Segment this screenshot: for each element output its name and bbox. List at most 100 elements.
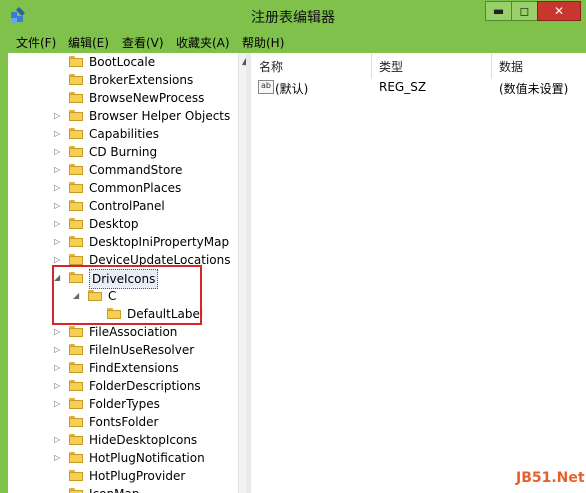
folder-icon (69, 398, 83, 409)
expand-toggle-icon[interactable]: ▷ (54, 341, 60, 359)
column-header-data[interactable]: 数据 (499, 58, 523, 75)
watermark: JB51.Net (516, 470, 585, 486)
column-header-type[interactable]: 类型 (379, 58, 403, 75)
tree-item-label: DesktopIniPropertyMap (89, 235, 230, 249)
title-bar: 注册表编辑器 ▬ ◻ ✕ (0, 0, 586, 32)
tree-item[interactable]: ▷ CommandStore (8, 161, 238, 179)
tree-item[interactable]: ▷ FileInUseResolver (8, 341, 238, 359)
folder-icon (69, 92, 83, 103)
tree-item-label: CD Burning (89, 145, 158, 159)
folder-icon (69, 470, 83, 481)
menu-bar: 文件(F) 编辑(E) 查看(V) 收藏夹(A) 帮助(H) (0, 32, 586, 51)
tree-item-label: FolderTypes (89, 397, 160, 411)
expand-toggle-icon[interactable]: ▷ (54, 377, 60, 395)
maximize-button[interactable]: ◻ (511, 1, 538, 21)
tree-item[interactable]: ▷ FileAssociation (8, 323, 238, 341)
tree-item-label: FolderDescriptions (89, 379, 201, 393)
folder-icon (69, 182, 83, 193)
tree-item[interactable]: FontsFolder (8, 413, 238, 431)
folder-icon (69, 488, 83, 493)
tree-item-label: HotPlugProvider (89, 469, 186, 483)
menu-file[interactable]: 文件(F) (16, 34, 56, 51)
menu-favorites[interactable]: 收藏夹(A) (176, 34, 230, 51)
highlight-annotation-box (52, 265, 202, 325)
tree-item[interactable]: ▷ FolderDescriptions (8, 377, 238, 395)
expand-toggle-icon[interactable]: ▷ (54, 197, 60, 215)
tree-item-label: IconMap (89, 485, 139, 493)
tree-item-label: ControlPanel (89, 199, 165, 213)
tree-item-label: FileAssociation (89, 325, 178, 339)
close-button[interactable]: ✕ (537, 1, 581, 21)
folder-icon (69, 200, 83, 211)
tree-item-label: Desktop (89, 217, 139, 231)
value-data: (数值未设置) (499, 82, 569, 96)
expand-toggle-icon[interactable]: ▷ (54, 143, 60, 161)
expand-toggle-icon[interactable]: ▷ (54, 107, 60, 125)
folder-icon (69, 146, 83, 157)
string-value-icon: ab (258, 80, 274, 94)
menu-edit[interactable]: 编辑(E) (68, 34, 109, 51)
tree-item-label: CommandStore (89, 163, 183, 177)
folder-icon (69, 56, 83, 67)
tree-item[interactable]: ▷ ControlPanel (8, 197, 238, 215)
folder-icon (69, 128, 83, 139)
tree-item[interactable]: ▷ FolderTypes (8, 395, 238, 413)
minimize-button[interactable]: ▬ (485, 1, 512, 21)
folder-icon (69, 218, 83, 229)
tree-item[interactable]: BrokerExtensions (8, 71, 238, 89)
tree-item[interactable]: HotPlugProvider (8, 467, 238, 485)
tree-item-label: HotPlugNotification (89, 451, 205, 465)
expand-toggle-icon[interactable]: ▷ (54, 125, 60, 143)
expand-toggle-icon[interactable]: ▷ (54, 161, 60, 179)
tree-item-label: BootLocale (89, 55, 156, 69)
column-divider[interactable] (491, 53, 492, 79)
column-header-name[interactable]: 名称 (259, 58, 283, 75)
expand-toggle-icon[interactable]: ▷ (54, 449, 60, 467)
folder-icon (69, 452, 83, 463)
folder-icon (69, 254, 83, 265)
tree-item[interactable]: IconMap (8, 485, 238, 493)
tree-item-label: Capabilities (89, 127, 159, 141)
column-divider[interactable] (371, 53, 372, 79)
value-type: REG_SZ (379, 80, 427, 94)
tree-item-label: Browser Helper Objects (89, 109, 231, 123)
folder-icon (69, 434, 83, 445)
tree-item[interactable]: ▷ FindExtensions (8, 359, 238, 377)
tree-item[interactable]: ▷ HideDesktopIcons (8, 431, 238, 449)
tree-item[interactable]: ▷ Capabilities (8, 125, 238, 143)
tree-item[interactable]: ▷ CD Burning (8, 143, 238, 161)
values-pane: 名称 类型 数据 ab (默认) REG_SZ (数值未设置) (251, 53, 586, 493)
folder-icon (69, 74, 83, 85)
tree-item[interactable]: BrowseNewProcess (8, 89, 238, 107)
expand-toggle-icon[interactable]: ▷ (54, 215, 60, 233)
tree-item-label: HideDesktopIcons (89, 433, 198, 447)
folder-icon (69, 380, 83, 391)
tree-item[interactable]: ▷ Desktop (8, 215, 238, 233)
value-name[interactable]: (默认) (275, 80, 308, 97)
tree-item[interactable]: ▷ DesktopIniPropertyMap (8, 233, 238, 251)
tree-item[interactable]: ▷ CommonPlaces (8, 179, 238, 197)
folder-icon (69, 236, 83, 247)
expand-toggle-icon[interactable]: ▷ (54, 431, 60, 449)
menu-help[interactable]: 帮助(H) (242, 34, 284, 51)
tree-item[interactable]: ▷ HotPlugNotification (8, 449, 238, 467)
expand-toggle-icon[interactable]: ▷ (54, 395, 60, 413)
folder-icon (69, 416, 83, 427)
tree-item[interactable]: ▷ Browser Helper Objects (8, 107, 238, 125)
tree-item-label: FontsFolder (89, 415, 159, 429)
tree-item-label: CommonPlaces (89, 181, 182, 195)
tree-item-label: FileInUseResolver (89, 343, 195, 357)
tree-scrollbar[interactable]: ▲ (238, 53, 246, 493)
expand-toggle-icon[interactable]: ▷ (54, 233, 60, 251)
expand-toggle-icon[interactable]: ▷ (54, 359, 60, 377)
folder-icon (69, 344, 83, 355)
folder-icon (69, 326, 83, 337)
expand-toggle-icon[interactable]: ▷ (54, 323, 60, 341)
tree-item-label: BrowseNewProcess (89, 91, 205, 105)
folder-icon (69, 362, 83, 373)
tree-item-label: FindExtensions (89, 361, 179, 375)
expand-toggle-icon[interactable]: ▷ (54, 179, 60, 197)
tree-item-label: BrokerExtensions (89, 73, 194, 87)
tree-item[interactable]: BootLocale (8, 53, 238, 71)
menu-view[interactable]: 查看(V) (122, 34, 164, 51)
